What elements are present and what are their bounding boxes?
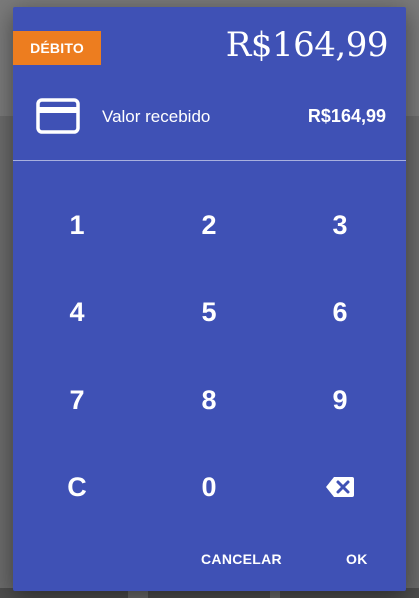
cancel-button[interactable]: CANCELAR: [201, 551, 282, 567]
credit-card-icon: [36, 98, 80, 134]
key-9[interactable]: 9: [290, 370, 390, 430]
key-3[interactable]: 3: [290, 195, 390, 255]
dialog-actions: CANCELAR OK: [13, 551, 406, 581]
key-6[interactable]: 6: [290, 282, 390, 342]
key-1[interactable]: 1: [27, 195, 127, 255]
payment-dialog: DÉBITO R$164,99 Valor recebido R$164,99 …: [13, 7, 406, 591]
key-clear[interactable]: C: [27, 457, 127, 517]
backspace-icon: [326, 477, 354, 497]
backspace-button[interactable]: [290, 457, 390, 517]
ok-button[interactable]: OK: [346, 551, 368, 567]
key-5[interactable]: 5: [159, 282, 259, 342]
total-amount: R$164,99: [225, 25, 389, 65]
key-4[interactable]: 4: [27, 282, 127, 342]
payment-method-badge: DÉBITO: [13, 31, 101, 65]
received-value: R$164,99: [307, 106, 386, 126]
key-0[interactable]: 0: [159, 457, 259, 517]
key-8[interactable]: 8: [159, 370, 259, 430]
received-label: Valor recebido: [102, 107, 211, 126]
key-7[interactable]: 7: [27, 370, 127, 430]
key-2[interactable]: 2: [159, 195, 259, 255]
received-row: Valor recebido R$164,99: [13, 87, 406, 147]
divider: [13, 160, 406, 161]
